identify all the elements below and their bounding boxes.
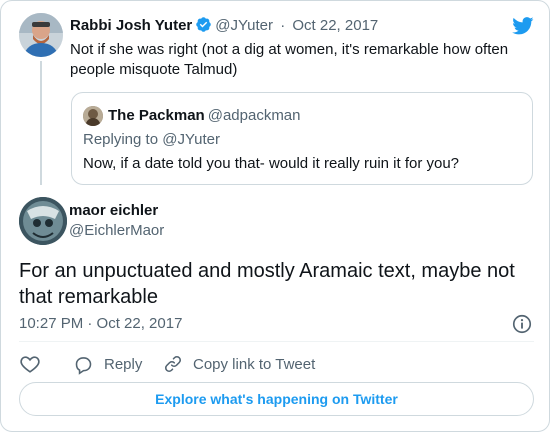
like-button[interactable] xyxy=(19,353,41,375)
author-name[interactable]: The Packman xyxy=(108,107,205,124)
info-icon[interactable] xyxy=(511,313,533,340)
author-handle[interactable]: @EichlerMaor xyxy=(69,221,164,241)
quoted-tweet-text: Now, if a date told you that- would it r… xyxy=(83,155,460,172)
tweet-date[interactable]: Oct 22, 2017 xyxy=(292,17,378,34)
divider xyxy=(19,341,534,342)
avatar[interactable] xyxy=(19,197,67,245)
tweet-timestamp[interactable]: 10:27 PM · Oct 22, 2017 xyxy=(19,314,182,334)
author-name[interactable]: maor eichler xyxy=(69,201,158,221)
author-name[interactable]: Rabbi Josh Yuter xyxy=(70,17,192,34)
replying-to: Replying to @JYuter xyxy=(83,131,220,148)
twitter-bird-icon[interactable] xyxy=(512,17,534,40)
reply-label: Reply xyxy=(104,355,143,373)
copy-link-button[interactable]: Copy link to Tweet xyxy=(163,353,315,375)
tweet-embed-card: Rabbi Josh Yuter @JYuter · Oct 22, 2017 N… xyxy=(0,0,550,432)
explore-twitter-button[interactable]: Explore what's happening on Twitter xyxy=(19,382,534,416)
parent-tweet-text: Not if she was right (not a dig at women… xyxy=(70,41,509,78)
parent-tweet[interactable]: Rabbi Josh Yuter @JYuter · Oct 22, 2017 N… xyxy=(19,13,534,188)
link-icon xyxy=(163,354,183,374)
heart-icon xyxy=(19,353,41,375)
avatar[interactable] xyxy=(19,13,63,57)
author-handle[interactable]: @adpackman xyxy=(208,107,301,124)
quoted-tweet[interactable]: The Packman @adpackman Replying to @JYute… xyxy=(71,92,533,185)
copy-link-label: Copy link to Tweet xyxy=(193,355,316,373)
reply-button[interactable]: Reply xyxy=(73,353,142,375)
quoted-tweet-header: The Packman @adpackman xyxy=(108,106,301,126)
avatar[interactable] xyxy=(83,106,103,126)
reply-icon xyxy=(73,354,94,375)
thread-line xyxy=(40,61,42,185)
dot-separator: · xyxy=(280,17,286,34)
author-handle[interactable]: @JYuter xyxy=(215,17,273,34)
verified-badge-icon xyxy=(195,16,212,39)
tweet-text: For an unpuctuated and mostly Aramaic te… xyxy=(19,260,515,308)
parent-tweet-header: Rabbi Josh Yuter @JYuter · Oct 22, 2017 xyxy=(70,16,378,39)
